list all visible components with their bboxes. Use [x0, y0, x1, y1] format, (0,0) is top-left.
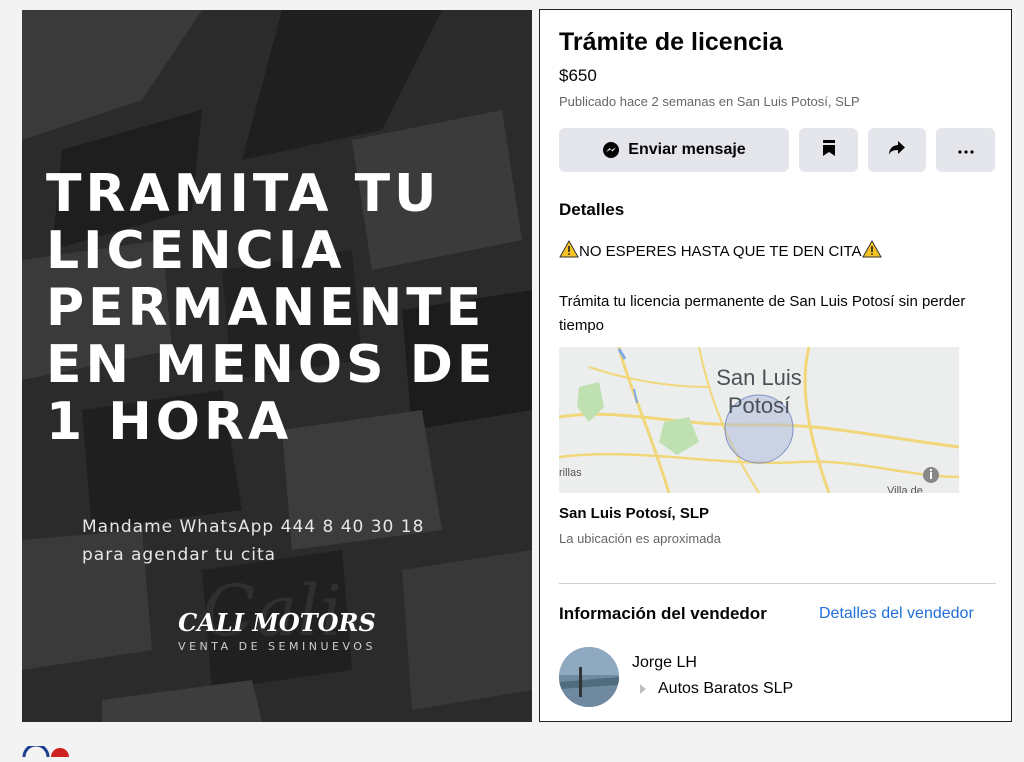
location-map[interactable]: San Luis Potosí rillas Villa de — [559, 347, 959, 493]
share-button[interactable] — [868, 128, 926, 172]
warning-icon — [861, 239, 882, 262]
headline-line: TRAMITA TU — [46, 164, 441, 224]
send-message-button[interactable]: Enviar mensaje — [559, 128, 789, 172]
warning-icon — [559, 239, 579, 262]
share-icon — [888, 140, 906, 161]
headline-line: PERMANENTE — [46, 278, 486, 338]
more-options-button[interactable] — [936, 128, 995, 172]
seller-info-heading: Información del vendedor — [559, 604, 767, 623]
brand-subtitle: VENTA DE SEMINUEVOS — [178, 640, 376, 653]
description-body: Trámita tu licencia permanente de San Lu… — [559, 293, 966, 334]
listing-price: $650 — [559, 66, 597, 85]
messenger-icon — [602, 141, 620, 159]
whatsapp-text: Mandame WhatsApp 444 8 40 30 18 para age… — [82, 513, 502, 569]
published-info: Publicado hace 2 semanas en San Luis Pot… — [559, 94, 860, 109]
headline-line: 1 HORA — [46, 392, 293, 452]
send-message-label: Enviar mensaje — [628, 141, 746, 158]
map-place-label: Villa de — [887, 485, 923, 493]
promo-image: Cali TRAMITA TU LICENCIA PERMANENTE EN M… — [22, 10, 532, 722]
listing-panel: Trámite de licencia $650 Publicado hace … — [539, 9, 1012, 722]
listing-title: Trámite de licencia — [559, 28, 783, 56]
divider — [559, 583, 996, 584]
caret-right-icon — [640, 684, 646, 694]
partial-logo — [22, 743, 82, 762]
seller-group[interactable]: Autos Baratos SLP — [640, 680, 793, 698]
seller-name[interactable]: Jorge LH — [632, 654, 697, 672]
headline-line: LICENCIA — [46, 221, 346, 281]
seller-group-label: Autos Baratos SLP — [658, 680, 794, 697]
description-alert-text: NO ESPERES HASTA QUE TE DEN CITA — [579, 242, 862, 260]
description-alert: NO ESPERES HASTA QUE TE DEN CITA — [559, 239, 882, 262]
map-place-label: rillas — [559, 467, 582, 479]
location-name: San Luis Potosí, SLP — [559, 505, 710, 522]
seller-details-link[interactable]: Detalles del vendedor — [819, 605, 974, 623]
bookmark-icon — [822, 139, 836, 162]
location-note: La ubicación es aproximada — [559, 531, 721, 546]
map-city-label: San Luis — [716, 365, 802, 390]
whatsapp-line: para agendar tu cita — [82, 545, 277, 565]
details-heading: Detalles — [559, 200, 625, 219]
brand-logo: CALI MOTORS — [178, 608, 376, 637]
seller-avatar[interactable] — [559, 647, 619, 707]
map-city-label: Potosí — [727, 393, 791, 418]
headline-line: EN MENOS DE — [46, 335, 497, 395]
whatsapp-line: Mandame WhatsApp 444 8 40 30 18 — [82, 517, 425, 537]
save-button[interactable] — [799, 128, 858, 172]
promo-headline: TRAMITA TU LICENCIA PERMANENTE EN MENOS … — [46, 166, 516, 451]
more-icon — [957, 141, 974, 159]
